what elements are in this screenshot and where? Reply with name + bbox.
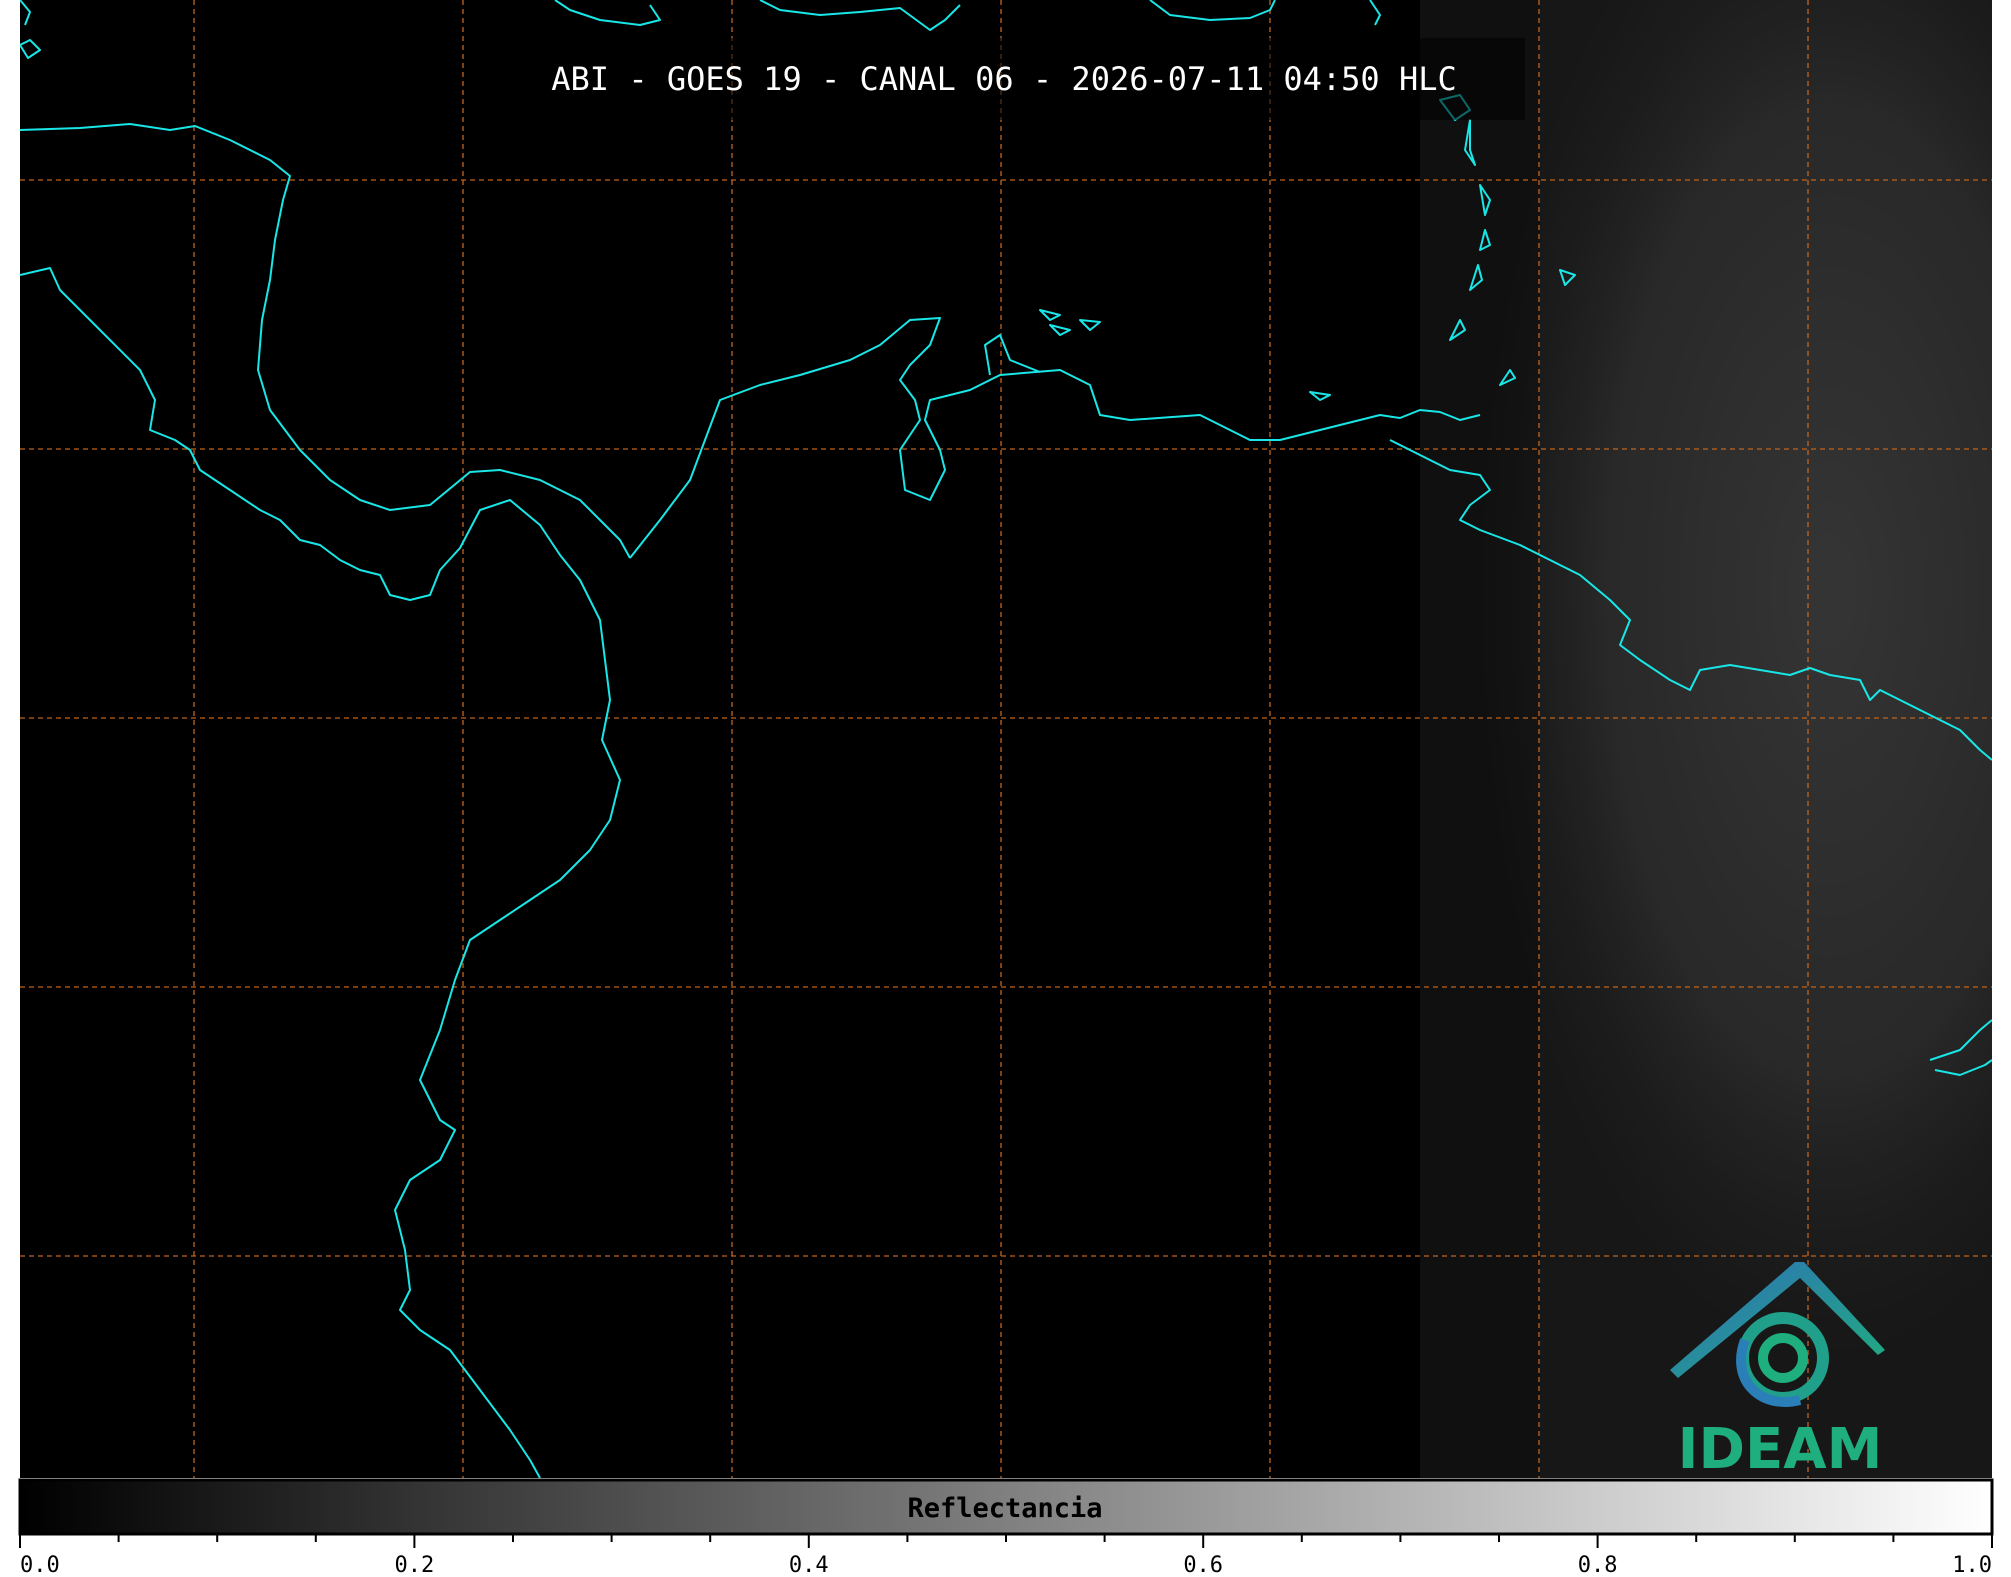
colorbar-tick-label: 0.8 [1578, 1553, 1618, 1577]
colorbar-label: Reflectancia [907, 1493, 1102, 1524]
map-title: ABI - GOES 19 - CANAL 06 - 2026-07-11 04… [551, 60, 1456, 98]
colorbar-tick-label: 0.6 [1183, 1553, 1223, 1577]
colorbar-tick-label: 0.2 [395, 1553, 435, 1577]
colorbar-tick-label: 0.0 [20, 1553, 60, 1577]
colorbar: Reflectancia 0.0 0.2 0.4 0.6 0.8 1.0 [18, 1478, 1994, 1577]
map-figure: ABI - GOES 19 - CANAL 06 - 2026-07-11 04… [18, 0, 1994, 1577]
colorbar-ticks: 0.0 0.2 0.4 0.6 0.8 1.0 [19, 1534, 1993, 1577]
logo-text: IDEAM [1678, 1417, 1883, 1482]
colorbar-tick-label: 0.4 [789, 1553, 829, 1577]
colorbar-tick-label: 1.0 [1952, 1553, 1992, 1577]
